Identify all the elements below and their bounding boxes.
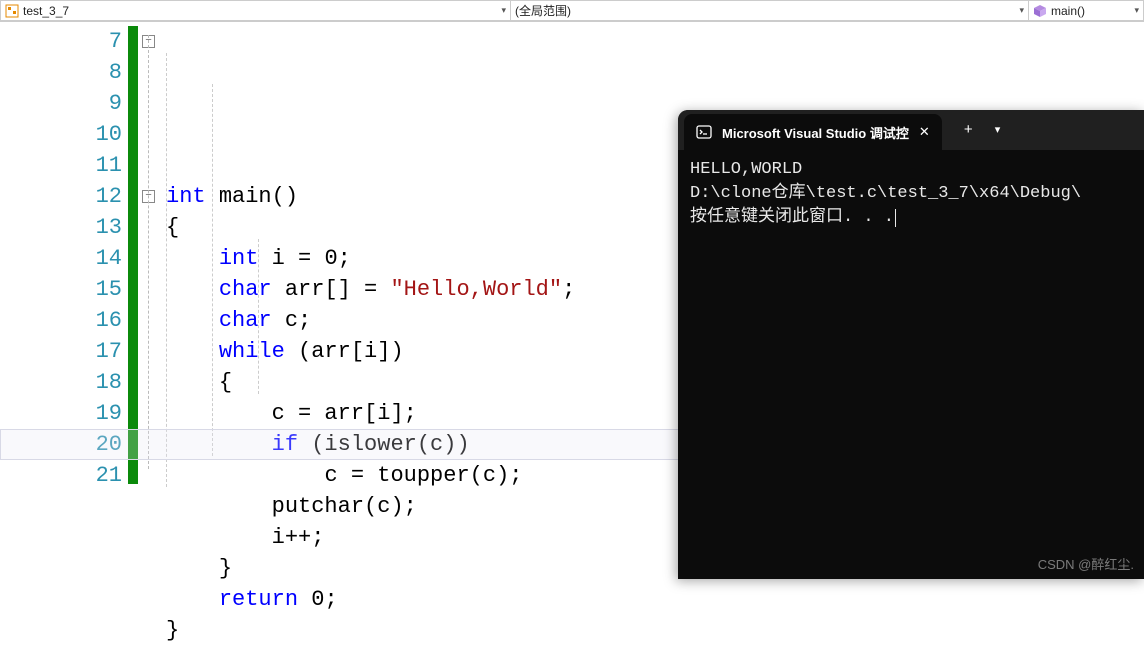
tab-menu-button[interactable]: ▾ bbox=[995, 123, 1001, 137]
cursor bbox=[895, 209, 896, 227]
line-number: 8 bbox=[0, 57, 122, 88]
line-number: 9 bbox=[0, 88, 122, 119]
console-tab[interactable]: Microsoft Visual Studio 调试控 ✕ bbox=[684, 114, 942, 150]
chevron-down-icon: ▾ bbox=[501, 5, 506, 16]
chevron-down-icon: ▾ bbox=[1134, 5, 1139, 16]
code-line[interactable]: return 0; bbox=[166, 584, 1144, 615]
fold-column: −− bbox=[138, 22, 166, 579]
line-number: 18 bbox=[0, 367, 122, 398]
cube-icon bbox=[1033, 4, 1047, 18]
console-line: 按任意键关闭此窗口. . . bbox=[690, 206, 1132, 230]
debug-console: Microsoft Visual Studio 调试控 ✕ + ▾ HELLO,… bbox=[678, 110, 1144, 579]
watermark: CSDN @醉红尘. bbox=[1038, 554, 1134, 573]
code-line[interactable]: } bbox=[166, 615, 1144, 646]
project-icon bbox=[5, 4, 19, 18]
scope-dropdown-label: (全局范围) bbox=[515, 2, 571, 19]
project-dropdown-label: test_3_7 bbox=[23, 4, 69, 18]
line-number: 15 bbox=[0, 274, 122, 305]
line-number: 21 bbox=[0, 460, 122, 491]
console-line: D:\clone仓库\test.c\test_3_7\x64\Debug\ bbox=[690, 182, 1132, 206]
line-number: 17 bbox=[0, 336, 122, 367]
terminal-icon bbox=[696, 124, 712, 140]
scope-dropdown[interactable]: (全局范围) ▾ bbox=[510, 0, 1028, 21]
line-number: 16 bbox=[0, 305, 122, 336]
line-number: 10 bbox=[0, 119, 122, 150]
change-marker-strip bbox=[128, 26, 138, 484]
chevron-down-icon: ▾ bbox=[1019, 5, 1024, 16]
line-number: 11 bbox=[0, 150, 122, 181]
line-number: 20 bbox=[0, 429, 122, 460]
project-dropdown[interactable]: test_3_7 ▾ bbox=[0, 0, 510, 21]
close-icon[interactable]: ✕ bbox=[919, 124, 930, 140]
console-line: HELLO,WORLD bbox=[690, 158, 1132, 182]
line-number: 14 bbox=[0, 243, 122, 274]
console-title-actions: + ▾ bbox=[950, 110, 1015, 150]
line-number: 12 bbox=[0, 181, 122, 212]
console-tab-title: Microsoft Visual Studio 调试控 bbox=[722, 123, 909, 142]
function-dropdown-label: main() bbox=[1051, 4, 1085, 18]
function-dropdown[interactable]: main() ▾ bbox=[1028, 0, 1144, 21]
line-number: 13 bbox=[0, 212, 122, 243]
console-output[interactable]: HELLO,WORLDD:\clone仓库\test.c\test_3_7\x6… bbox=[678, 150, 1144, 238]
top-toolbar: test_3_7 ▾ (全局范围) ▾ main() ▾ bbox=[0, 0, 1144, 22]
line-number-gutter: 789101112131415161718192021 bbox=[0, 22, 128, 579]
new-tab-button[interactable]: + bbox=[964, 122, 973, 139]
line-number: 7 bbox=[0, 26, 122, 57]
console-titlebar[interactable]: Microsoft Visual Studio 调试控 ✕ + ▾ bbox=[678, 110, 1144, 150]
line-number: 19 bbox=[0, 398, 122, 429]
